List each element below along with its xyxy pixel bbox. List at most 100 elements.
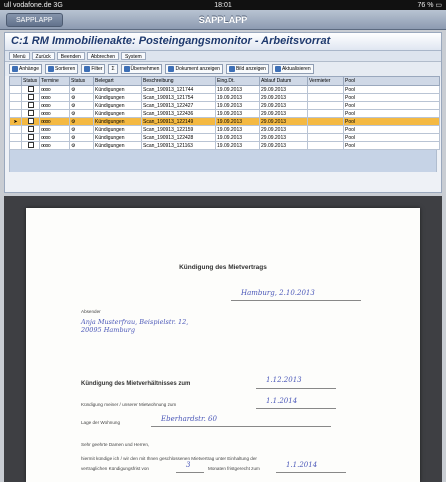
carrier-label: ull vodafone.de 3G: [4, 1, 63, 9]
landlord-cell: [307, 125, 344, 134]
column-header[interactable]: Status: [69, 76, 94, 86]
row-checkbox[interactable]: [27, 94, 34, 101]
selection-arrow-icon: ➤: [13, 118, 18, 125]
pool-cell: Pool: [343, 85, 440, 94]
table-row[interactable]: oooo ⚙ Kündigungen Scan_190913_121754 19.09.…: [9, 93, 440, 102]
sap-window: C:1 RM Immobilienakte: Posteingangsmonit…: [4, 32, 442, 193]
termination-heading: Kündigung des Mietverhältnisses zum: [81, 381, 191, 387]
underline: [256, 388, 336, 389]
due-date-cell: 29.09.2013: [259, 117, 308, 126]
show-image-button[interactable]: Bild anzeigen: [225, 64, 269, 74]
received-date-cell: 19.09.2013: [215, 101, 260, 110]
status-icon-cell: ⚙: [69, 109, 94, 118]
handwritten-apartment-date: 1.1.2014: [266, 397, 298, 405]
column-header[interactable]: Termine: [39, 76, 70, 86]
menu-item-cancel[interactable]: Abbrechen: [86, 52, 120, 60]
column-header[interactable]: Beschreibung: [141, 76, 216, 86]
menu-item-system[interactable]: System: [121, 52, 146, 60]
filter-icon: [84, 66, 91, 72]
table-row[interactable]: oooo ⚙ Kündigungen Scan_190913_122427 19.09.…: [9, 101, 440, 110]
status-icon-cell: ⚙: [69, 125, 94, 134]
landlord-cell: [307, 85, 344, 94]
status-icon-cell: ⚙: [69, 141, 94, 150]
application-toolbar: Anhänge Sortieren Filter Σ Übernehmen Do…: [5, 62, 441, 76]
due-date-cell: 29.09.2013: [259, 101, 308, 110]
document-icon: [168, 66, 175, 72]
pool-cell: Pool: [343, 141, 440, 150]
handwritten-place-date: Hamburg, 2.10.2013: [241, 289, 315, 297]
row-checkbox[interactable]: [27, 110, 34, 117]
take-over-button[interactable]: Übernehmen: [120, 64, 163, 74]
received-date-cell: 19.09.2013: [215, 109, 260, 118]
back-button[interactable]: SAPPLAPP: [6, 13, 63, 27]
column-header[interactable]: Belegart: [93, 76, 142, 86]
status-cell: oooo: [39, 109, 70, 118]
checkbox-cell: [21, 141, 40, 150]
column-header[interactable]: Ablauf Datum: [259, 76, 308, 86]
received-date-cell: 19.09.2013: [215, 93, 260, 102]
column-header[interactable]: Status: [21, 76, 40, 86]
status-cell: oooo: [39, 125, 70, 134]
apartment-location-label: Lage der Wohnung: [81, 420, 120, 425]
document-type-cell: Kündigungen: [93, 141, 142, 150]
sort-button[interactable]: Sortieren: [45, 64, 79, 74]
scanned-document: Kündigung des Mietvertrags Hamburg, 2.10…: [26, 208, 420, 482]
document-type-cell: Kündigungen: [93, 133, 142, 142]
app-title: SAPPLAPP: [198, 14, 248, 25]
show-document-button[interactable]: Dokument anzeigen: [165, 64, 223, 74]
table-row[interactable]: ➤ oooo ⚙ Kündigungen Scan_190913_122149 19.09…: [9, 117, 440, 126]
table-empty-area: [9, 150, 437, 172]
menu-item-menu[interactable]: Menü: [9, 52, 30, 60]
column-header[interactable]: Eing.Dt.: [215, 76, 260, 86]
filter-button[interactable]: Filter: [81, 64, 106, 74]
received-date-cell: 19.09.2013: [215, 141, 260, 150]
received-date-cell: 19.09.2013: [215, 117, 260, 126]
landlord-cell: [307, 101, 344, 110]
status-icon-cell: ⚙: [69, 101, 94, 110]
table-row[interactable]: oooo ⚙ Kündigungen Scan_190913_121744 19.09.…: [9, 85, 440, 94]
row-marker-cell: [9, 109, 22, 118]
table-row[interactable]: oooo ⚙ Kündigungen Scan_190913_122436 19.09.…: [9, 109, 440, 118]
document-viewer[interactable]: Kündigung des Mietvertrags Hamburg, 2.10…: [4, 196, 442, 482]
row-marker-cell: [9, 85, 22, 94]
underline: [256, 408, 336, 409]
row-marker-cell: ➤: [9, 117, 22, 126]
menu-item-back[interactable]: Zurück: [31, 52, 55, 60]
checkbox-cell: [21, 93, 40, 102]
pool-cell: Pool: [343, 93, 440, 102]
pool-cell: Pool: [343, 109, 440, 118]
underline: [176, 472, 204, 473]
document-type-cell: Kündigungen: [93, 93, 142, 102]
sum-button[interactable]: Σ: [108, 64, 118, 74]
status-cell: oooo: [39, 101, 70, 110]
row-marker-cell: [9, 101, 22, 110]
table-row[interactable]: oooo ⚙ Kündigungen Scan_190913_121163 19.09.…: [9, 141, 440, 150]
description-cell: Scan_190913_121744: [141, 85, 216, 94]
row-checkbox[interactable]: [27, 126, 34, 133]
row-checkbox[interactable]: [27, 118, 34, 125]
row-checkbox[interactable]: [27, 142, 34, 149]
status-icon-cell: ⚙: [69, 133, 94, 142]
column-header[interactable]: Vermieter: [307, 76, 344, 86]
attachments-button[interactable]: Anhänge: [9, 64, 43, 74]
status-bar: ull vodafone.de 3G 18:01 76 % ▭: [0, 0, 446, 10]
table-row[interactable]: oooo ⚙ Kündigungen Scan_190913_122159 19.09.…: [9, 125, 440, 134]
sap-menu-bar: Menü Zurück Beenden Abbrechen System: [5, 51, 441, 62]
refresh-button[interactable]: Aktualisieren: [271, 64, 314, 74]
table-row[interactable]: oooo ⚙ Kündigungen Scan_190913_122428 19.09.…: [9, 133, 440, 142]
checkbox-cell: [21, 101, 40, 110]
document-type-cell: Kündigungen: [93, 109, 142, 118]
row-checkbox[interactable]: [27, 86, 34, 93]
column-header[interactable]: [9, 76, 22, 86]
checkbox-cell: [21, 117, 40, 126]
column-header[interactable]: Pool: [343, 76, 440, 86]
status-icon-cell: ⚙: [69, 85, 94, 94]
row-checkbox[interactable]: [27, 134, 34, 141]
row-marker-cell: [9, 133, 22, 142]
landlord-cell: [307, 133, 344, 142]
worklist-table: Status Termine Status Belegart Beschreib…: [9, 76, 440, 150]
status-icon-cell: ⚙: [69, 117, 94, 126]
row-marker-cell: [9, 125, 22, 134]
row-checkbox[interactable]: [27, 102, 34, 109]
menu-item-exit[interactable]: Beenden: [56, 52, 85, 60]
